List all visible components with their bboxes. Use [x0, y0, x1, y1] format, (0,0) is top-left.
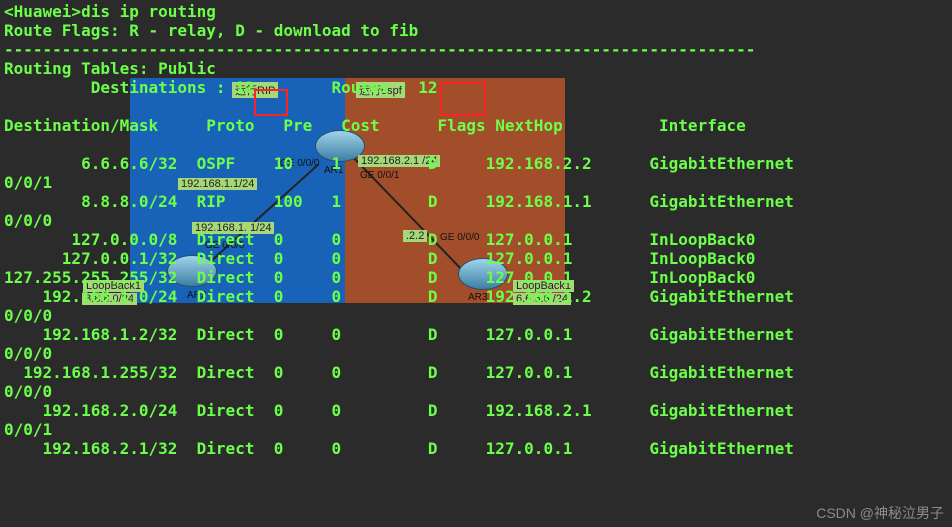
terminal-output: <Huawei>dis ip routing Route Flags: R - … — [0, 0, 952, 458]
watermark: CSDN @神秘泣男子 — [816, 503, 944, 523]
